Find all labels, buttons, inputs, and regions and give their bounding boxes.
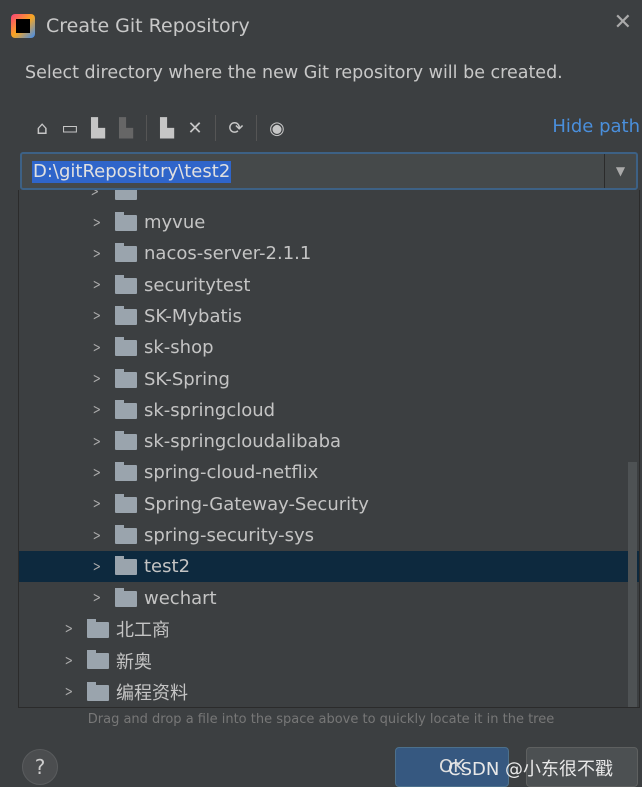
new-folder-icon[interactable]: ▙ bbox=[153, 114, 181, 142]
chevron-down-icon[interactable]: ▼ bbox=[604, 154, 636, 188]
path-input[interactable]: D:\gitRepository\test2 ▼ bbox=[20, 152, 638, 190]
folder-icon bbox=[115, 337, 137, 357]
dialog-description: Select directory where the new Git repos… bbox=[25, 63, 563, 83]
toolbar-separator bbox=[146, 115, 147, 141]
close-icon[interactable]: ✕ bbox=[614, 10, 632, 35]
toolbar-separator bbox=[215, 115, 216, 141]
chevron-right-icon[interactable]: > bbox=[65, 621, 73, 637]
toolbar-separator bbox=[256, 115, 257, 141]
chevron-right-icon[interactable]: > bbox=[93, 371, 101, 387]
folder-icon bbox=[115, 493, 137, 513]
folder-icon bbox=[115, 243, 137, 263]
chevron-right-icon[interactable]: > bbox=[93, 308, 101, 324]
folder-icon bbox=[115, 587, 137, 607]
tree-row-partial[interactable]: > bbox=[19, 190, 639, 207]
tree-row[interactable]: > spring-security-sys bbox=[19, 520, 639, 551]
folder-icon bbox=[87, 618, 109, 638]
tree-row[interactable]: > myvue bbox=[19, 207, 639, 238]
chevron-right-icon[interactable]: > bbox=[93, 434, 101, 450]
tree-row-label: nacos-server-2.1.1 bbox=[144, 243, 312, 265]
chevron-right-icon[interactable]: > bbox=[93, 340, 101, 356]
home-icon[interactable]: ⌂ bbox=[28, 114, 56, 142]
folder-icon bbox=[115, 368, 137, 388]
folder-icon bbox=[115, 431, 137, 451]
tree-row-label: sk-shop bbox=[144, 337, 214, 359]
tree-row-label: spring-security-sys bbox=[144, 525, 314, 546]
watermark: CSDN @小东很不戳 bbox=[448, 759, 614, 780]
tree-row[interactable]: > 北工商 bbox=[19, 614, 639, 645]
tree-row[interactable]: > sk-shop bbox=[19, 332, 639, 363]
directory-tree[interactable]: > > myvue > nacos-server-2.1.1 > securitytest… bbox=[18, 190, 640, 708]
refresh-icon[interactable]: ⟳ bbox=[222, 114, 250, 142]
folder-icon bbox=[115, 556, 137, 576]
chevron-right-icon[interactable]: > bbox=[93, 277, 101, 293]
tree-row-label: 编程资料 bbox=[116, 683, 188, 704]
folder-icon bbox=[115, 399, 137, 419]
tree-row[interactable]: > Spring-Gateway-Security bbox=[19, 489, 639, 520]
folder-icon bbox=[87, 681, 109, 701]
chevron-right-icon[interactable]: > bbox=[93, 215, 101, 231]
tree-row[interactable]: > SK-Mybatis bbox=[19, 301, 639, 332]
app-logo-icon bbox=[11, 14, 35, 38]
chevron-right-icon[interactable]: > bbox=[93, 590, 101, 606]
tree-row-label: Spring-Gateway-Security bbox=[144, 493, 369, 515]
tree-row[interactable]: > 编程资料 bbox=[19, 677, 639, 708]
path-input-value[interactable]: D:\gitRepository\test2 bbox=[32, 161, 232, 183]
folder-icon bbox=[115, 525, 137, 544]
dialog-title: Create Git Repository bbox=[46, 15, 250, 37]
tree-row-label: 北工商 bbox=[116, 620, 170, 642]
tree-row-label: SK-Spring bbox=[144, 368, 230, 390]
tree-row-label: SK-Mybatis bbox=[144, 305, 242, 327]
show-hidden-icon[interactable]: ◉ bbox=[263, 114, 291, 142]
tree-row-label: securitytest bbox=[144, 274, 251, 296]
tree-row[interactable]: > sk-springcloud bbox=[19, 395, 639, 426]
tree-row-label: myvue bbox=[144, 212, 206, 233]
tree-row-label: test2 bbox=[144, 556, 191, 578]
project-folder-icon[interactable]: ▙ bbox=[84, 114, 112, 142]
folder-icon bbox=[115, 274, 137, 294]
tree-row-label: 新奥 bbox=[116, 651, 152, 673]
tree-row-label: spring-cloud-netflix bbox=[144, 462, 319, 484]
folder-icon bbox=[115, 212, 137, 231]
chevron-right-icon[interactable]: > bbox=[93, 402, 101, 418]
tree-row[interactable]: > wechart bbox=[19, 583, 639, 614]
tree-row[interactable]: > 新奥 bbox=[19, 645, 639, 676]
folder-icon bbox=[115, 462, 137, 482]
toolbar: ⌂ ▭ ▙ ▙ ▙ ✕ ⟳ ◉ bbox=[28, 114, 291, 142]
tree-scrollbar[interactable] bbox=[628, 462, 637, 707]
tree-row[interactable]: > sk-springcloudalibaba bbox=[19, 426, 639, 457]
drag-drop-hint: Drag and drop a file into the space abov… bbox=[87, 712, 555, 727]
tree-row[interactable]: > securitytest bbox=[19, 270, 639, 301]
help-button[interactable]: ? bbox=[22, 749, 58, 785]
chevron-right-icon[interactable]: > bbox=[93, 465, 101, 481]
desktop-icon[interactable]: ▭ bbox=[56, 114, 84, 142]
hide-path-link[interactable]: Hide path bbox=[552, 116, 640, 137]
folder-icon bbox=[115, 305, 137, 325]
chevron-right-icon[interactable]: > bbox=[93, 246, 101, 262]
folder-icon bbox=[87, 650, 109, 670]
tree-row-label: sk-springcloudalibaba bbox=[144, 431, 342, 453]
tree-row[interactable]: > SK-Spring bbox=[19, 364, 639, 395]
delete-icon[interactable]: ✕ bbox=[181, 114, 209, 142]
tree-row-label: sk-springcloud bbox=[144, 399, 276, 421]
tree-row[interactable]: > test2 bbox=[19, 551, 639, 583]
chevron-right-icon[interactable]: > bbox=[93, 559, 101, 575]
chevron-right-icon[interactable]: > bbox=[93, 496, 101, 512]
tree-row[interactable]: > nacos-server-2.1.1 bbox=[19, 238, 639, 269]
chevron-right-icon[interactable]: > bbox=[93, 528, 101, 544]
chevron-right-icon[interactable]: > bbox=[65, 684, 73, 700]
tree-row[interactable]: > spring-cloud-netflix bbox=[19, 457, 639, 488]
chevron-right-icon[interactable]: > bbox=[65, 653, 73, 669]
module-folder-icon[interactable]: ▙ bbox=[112, 114, 140, 142]
tree-row-label: wechart bbox=[144, 587, 217, 609]
